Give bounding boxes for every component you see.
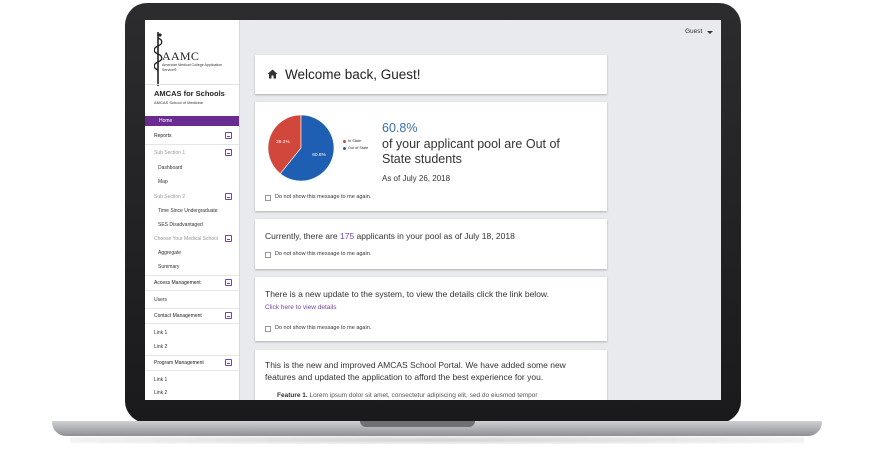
divider: [145, 144, 239, 145]
slice-label-out-of-state: 60.8%: [312, 152, 326, 158]
legend-label: Out of State: [348, 146, 369, 150]
sidebar-item-choose-school[interactable]: Choose Your Medical School: [145, 234, 239, 244]
logo-tagline: American Medical College Application Ser…: [162, 63, 223, 72]
sidebar-item-label: Aggregate: [158, 250, 182, 256]
sidebar-item-dashboard[interactable]: Dashboard: [145, 163, 239, 173]
sidebar-item-label: Home: [159, 118, 173, 124]
user-menu[interactable]: Guest: [685, 28, 702, 35]
update-card: There is a new update to the system, to …: [255, 277, 607, 341]
welcome-card: Welcome back, Guest!: [255, 55, 607, 94]
sidebar-item-program-management[interactable]: Program Management: [145, 358, 239, 368]
dismiss-checkbox[interactable]: [265, 252, 271, 258]
dismiss-label: Do not show this message to me again.: [275, 325, 372, 331]
laptop-notch: [360, 421, 475, 427]
sidebar-item-label: Time Since Undergraduate: [158, 208, 218, 214]
sidebar-item-link-2[interactable]: Link 2: [145, 342, 239, 352]
collapse-icon[interactable]: [225, 149, 232, 156]
sidebar-item-time-since-undergraduate[interactable]: Time Since Undergraduate: [145, 206, 239, 216]
out-of-state-description: of your applicant pool are Out of State …: [382, 137, 560, 166]
sidebar-item-label: Link 1: [154, 330, 168, 336]
out-of-state-card: 39.2% 60.8% In State Out of State 60.8% o…: [255, 102, 607, 211]
sidebar-item-label: Link 1: [154, 377, 168, 383]
divider: [145, 275, 239, 276]
logo-wordmark: AAMC: [162, 49, 200, 63]
sidebar-item-label: Users: [154, 297, 168, 303]
sidebar-item-map[interactable]: Map: [145, 177, 239, 187]
sidebar-item-link-2[interactable]: Link 2: [145, 388, 239, 398]
pie-chart: 39.2% 60.8%: [267, 114, 335, 182]
legend-swatch: [343, 146, 346, 150]
sidebar-item-label: Choose Your Medical School: [154, 236, 218, 242]
applicants-prefix: Currently, there are: [265, 231, 338, 241]
divider: [145, 355, 239, 356]
applicants-suffix: applicants in your pool as of July 18, 2…: [356, 231, 515, 241]
sidebar-item-label: Summary: [158, 264, 180, 270]
dismiss-checkbox[interactable]: [265, 195, 271, 201]
feature-text: Lorem ipsum dolor sit amet, consectetur …: [309, 392, 538, 399]
sidebar-item-users[interactable]: Users: [145, 295, 239, 305]
collapse-icon[interactable]: [225, 359, 232, 366]
applicants-message: Currently, there are 175 applicants in y…: [265, 231, 515, 241]
collapse-icon[interactable]: [225, 193, 232, 200]
screen: AAMC American Medical College Applicatio…: [145, 20, 721, 400]
applicant-count: 175: [339, 231, 355, 241]
caret-down-icon[interactable]: [707, 31, 713, 34]
divider: [145, 370, 239, 371]
feature-title: Feature 1.: [277, 392, 308, 399]
divider: [145, 290, 239, 291]
sidebar-item-link-1[interactable]: Link 1: [145, 328, 239, 338]
sidebar-item-contact-management[interactable]: Contact Management: [145, 311, 239, 321]
news-card: This is the new and improved AMCAS Schoo…: [255, 350, 607, 400]
collapse-icon[interactable]: [225, 235, 232, 242]
org-title: AMCAS for Schools: [154, 89, 225, 98]
dismiss-label: Do not show this message to me again.: [275, 251, 372, 257]
sidebar-item-label: Access Management: [154, 280, 201, 286]
divider: [145, 323, 239, 324]
sidebar-item-ses-disadvantaged[interactable]: SES Disadvantaged: [145, 220, 239, 230]
legend-item-out-of-state: Out of State: [343, 145, 368, 152]
feature-item: Feature 1. Lorem ipsum dolor sit amet, c…: [277, 392, 602, 399]
sidebar-item-sub-section-2[interactable]: Sub Section 2: [145, 192, 239, 202]
news-message: This is the new and improved AMCAS Schoo…: [265, 360, 566, 382]
sidebar-item-label: Link 2: [154, 390, 168, 396]
legend-swatch: [343, 139, 346, 143]
dismiss-checkbox[interactable]: [265, 326, 271, 332]
legend-item-in-state: In State: [343, 138, 368, 145]
sidebar-item-summary[interactable]: Summary: [145, 262, 239, 272]
view-details-link[interactable]: Click here to view details: [265, 304, 337, 311]
update-message: There is a new update to the system, to …: [265, 289, 549, 299]
sidebar-item-home[interactable]: Home: [145, 116, 239, 126]
welcome-title: Welcome back, Guest!: [285, 67, 421, 82]
divider: [145, 308, 239, 309]
sidebar-item-label: Reports: [154, 133, 172, 139]
dismiss-label: Do not show this message to me again.: [275, 194, 372, 200]
laptop-shadow: [70, 436, 804, 444]
org-subtitle: AMCAS School of Medicine: [154, 100, 204, 105]
slice-label-in-state: 39.2%: [276, 139, 290, 145]
sidebar: AAMC American Medical College Applicatio…: [145, 20, 240, 400]
sidebar-item-label: Sub Section 1: [154, 150, 186, 156]
sidebar-item-label: Sub Section 2: [154, 194, 186, 200]
chart-legend: In State Out of State: [343, 138, 368, 152]
sidebar-item-access-management[interactable]: Access Management: [145, 278, 239, 288]
sidebar-item-label: Map: [158, 179, 168, 185]
sidebar-item-label: Dashboard: [158, 165, 183, 171]
collapse-icon[interactable]: [225, 312, 232, 319]
sidebar-item-sub-section-1[interactable]: Sub Section 1: [145, 148, 239, 158]
out-of-state-percent: 60.8%: [382, 121, 418, 135]
sidebar-item-aggregate[interactable]: Aggregate: [145, 248, 239, 258]
sidebar-item-label: Program Management: [154, 360, 204, 366]
sidebar-item-label: Link 2: [154, 344, 168, 350]
logo-divider: [145, 84, 239, 85]
collapse-icon[interactable]: [225, 279, 232, 286]
sidebar-item-label: SES Disadvantaged: [158, 222, 203, 228]
as-of-date: As of July 26, 2018: [382, 174, 451, 183]
home-icon: [267, 69, 278, 79]
sidebar-item-reports[interactable]: Reports: [145, 131, 239, 141]
applicants-card: Currently, there are 175 applicants in y…: [255, 219, 607, 269]
sidebar-item-link-1[interactable]: Link 1: [145, 375, 239, 385]
legend-label: In State: [348, 139, 362, 143]
collapse-icon[interactable]: [225, 132, 232, 139]
sidebar-item-label: Contact Management: [154, 313, 202, 319]
